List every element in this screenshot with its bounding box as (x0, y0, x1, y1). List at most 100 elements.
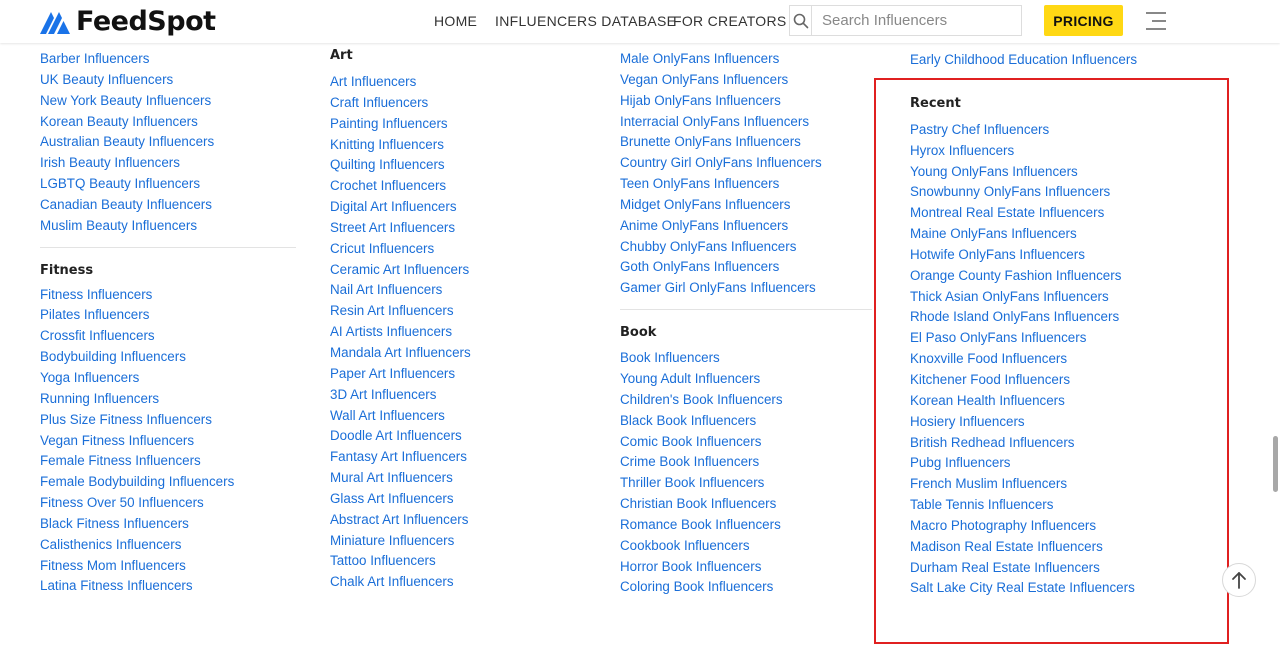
influencer-link[interactable]: Interracial OnlyFans Influencers (620, 112, 872, 133)
influencer-link[interactable]: Midget OnlyFans Influencers (620, 195, 872, 216)
influencer-link[interactable]: Digital Art Influencers (330, 197, 580, 218)
influencer-link[interactable]: Bodybuilding Influencers (40, 347, 296, 368)
book-links: Book Influencers Young Adult Influencers C… (620, 348, 872, 598)
influencer-link[interactable]: Australian Beauty Influencers (40, 132, 296, 153)
influencer-link[interactable]: Tattoo Influencers (330, 551, 580, 572)
influencer-link[interactable]: Doodle Art Influencers (330, 426, 580, 447)
feedspot-logo-icon (40, 12, 70, 34)
influencer-link[interactable]: Teen OnlyFans Influencers (620, 174, 872, 195)
influencer-link[interactable]: Crime Book Influencers (620, 452, 872, 473)
influencer-link[interactable]: Brunette OnlyFans Influencers (620, 132, 872, 153)
influencer-link[interactable]: Vegan Fitness Influencers (40, 431, 296, 452)
influencer-link[interactable]: Mural Art Influencers (330, 468, 580, 489)
influencer-link[interactable]: Yoga Influencers (40, 368, 296, 389)
influencer-link[interactable]: Muslim Beauty Influencers (40, 216, 296, 237)
recent-highlight-box (874, 78, 1229, 644)
search-input[interactable] (812, 7, 1021, 34)
influencer-link[interactable]: Cricut Influencers (330, 239, 580, 260)
influencer-link[interactable]: Running Influencers (40, 389, 296, 410)
influencer-link[interactable]: Art Influencers (330, 72, 580, 93)
influencer-link[interactable]: New York Beauty Influencers (40, 91, 296, 112)
nav-for-creators[interactable]: FOR CREATORS (673, 13, 787, 29)
influencer-link[interactable]: Nail Art Influencers (330, 280, 580, 301)
influencer-link[interactable]: Book Influencers (620, 348, 872, 369)
influencer-link[interactable]: Cookbook Influencers (620, 536, 872, 557)
influencer-link[interactable]: Crossfit Influencers (40, 326, 296, 347)
influencer-link[interactable]: Fitness Over 50 Influencers (40, 493, 296, 514)
influencer-link[interactable]: Wall Art Influencers (330, 406, 580, 427)
influencer-link[interactable]: Female Fitness Influencers (40, 451, 296, 472)
influencer-link[interactable]: Young Adult Influencers (620, 369, 872, 390)
scroll-to-top-button[interactable] (1222, 563, 1256, 597)
beauty-links: Barber Influencers UK Beauty Influencers N… (40, 49, 296, 237)
influencer-link[interactable]: Fitness Mom Influencers (40, 556, 296, 577)
influencer-link[interactable]: Comic Book Influencers (620, 432, 872, 453)
influencer-link[interactable]: Resin Art Influencers (330, 301, 580, 322)
influencer-link[interactable]: Craft Influencers (330, 93, 580, 114)
influencer-link[interactable]: Mandala Art Influencers (330, 343, 580, 364)
influencer-link[interactable]: Latina Fitness Influencers (40, 576, 296, 597)
influencer-link[interactable]: Fitness Influencers (40, 285, 296, 306)
influencer-link[interactable]: Children's Book Influencers (620, 390, 872, 411)
influencer-link[interactable]: Goth OnlyFans Influencers (620, 257, 872, 278)
influencer-link[interactable]: Fantasy Art Influencers (330, 447, 580, 468)
influencer-link[interactable]: Painting Influencers (330, 114, 580, 135)
influencer-link[interactable]: Miniature Influencers (330, 531, 580, 552)
influencer-link[interactable]: Thriller Book Influencers (620, 473, 872, 494)
influencer-link[interactable]: Vegan OnlyFans Influencers (620, 70, 872, 91)
influencer-link[interactable]: Abstract Art Influencers (330, 510, 580, 531)
influencer-link[interactable]: Pilates Influencers (40, 305, 296, 326)
influencer-link[interactable]: Irish Beauty Influencers (40, 153, 296, 174)
influencer-link[interactable]: Romance Book Influencers (620, 515, 872, 536)
search-button[interactable] (790, 6, 812, 35)
influencer-link[interactable]: Glass Art Influencers (330, 489, 580, 510)
influencer-link[interactable]: Street Art Influencers (330, 218, 580, 239)
education-links: Early Childhood Education Influencers (910, 50, 1210, 71)
influencer-link[interactable]: Black Book Influencers (620, 411, 872, 432)
art-links: Art Influencers Craft Influencers Painting… (330, 72, 580, 593)
influencer-link[interactable]: Coloring Book Influencers (620, 577, 872, 598)
influencer-link[interactable]: Plus Size Fitness Influencers (40, 410, 296, 431)
influencer-link[interactable]: Early Childhood Education Influencers (910, 50, 1210, 71)
column-beauty-fitness: Barber Influencers UK Beauty Influencers N… (40, 49, 296, 597)
influencer-link[interactable]: Anime OnlyFans Influencers (620, 216, 872, 237)
influencer-link[interactable]: Crochet Influencers (330, 176, 580, 197)
influencer-link[interactable]: Paper Art Influencers (330, 364, 580, 385)
influencer-link[interactable]: Ceramic Art Influencers (330, 260, 580, 281)
influencer-link[interactable]: Chalk Art Influencers (330, 572, 580, 593)
influencer-link[interactable]: Chubby OnlyFans Influencers (620, 237, 872, 258)
influencer-link[interactable]: Canadian Beauty Influencers (40, 195, 296, 216)
pricing-button[interactable]: PRICING (1044, 5, 1123, 36)
influencer-link[interactable]: Black Fitness Influencers (40, 514, 296, 535)
influencer-link[interactable]: Quilting Influencers (330, 155, 580, 176)
search-icon (793, 13, 808, 28)
influencer-link[interactable]: Female Bodybuilding Influencers (40, 472, 296, 493)
search-box (789, 5, 1022, 36)
onlyfans-links: Male OnlyFans Influencers Vegan OnlyFans … (620, 49, 872, 299)
influencer-link[interactable]: Calisthenics Influencers (40, 535, 296, 556)
influencer-link[interactable]: Country Girl OnlyFans Influencers (620, 153, 872, 174)
influencer-link[interactable]: Horror Book Influencers (620, 557, 872, 578)
nav-influencers-database[interactable]: INFLUENCERS DATABASE (495, 13, 676, 29)
arrow-up-icon (1232, 572, 1246, 589)
influencer-link[interactable]: Gamer Girl OnlyFans Influencers (620, 278, 872, 299)
influencer-link[interactable]: Christian Book Influencers (620, 494, 872, 515)
column-art: Art Art Influencers Craft Influencers Pain… (330, 45, 580, 593)
influencer-link[interactable]: Male OnlyFans Influencers (620, 49, 872, 70)
column-onlyfans-book: Male OnlyFans Influencers Vegan OnlyFans … (620, 49, 872, 598)
logo-text: FeedSpot (76, 5, 216, 37)
influencer-link[interactable]: Hijab OnlyFans Influencers (620, 91, 872, 112)
site-header: FeedSpot HOME INFLUENCERS DATABASE FOR C… (0, 0, 1280, 43)
influencer-link[interactable]: 3D Art Influencers (330, 385, 580, 406)
hamburger-menu-icon[interactable] (1144, 11, 1166, 31)
influencer-link[interactable]: UK Beauty Influencers (40, 70, 296, 91)
page-scrollbar[interactable] (1273, 436, 1278, 492)
influencer-link[interactable]: AI Artists Influencers (330, 322, 580, 343)
book-heading: Book (620, 325, 657, 341)
influencer-link[interactable]: Barber Influencers (40, 49, 296, 70)
nav-home[interactable]: HOME (434, 13, 477, 29)
feedspot-logo[interactable]: FeedSpot (40, 5, 216, 37)
influencer-link[interactable]: LGBTQ Beauty Influencers (40, 174, 296, 195)
influencer-link[interactable]: Knitting Influencers (330, 135, 580, 156)
influencer-link[interactable]: Korean Beauty Influencers (40, 112, 296, 133)
